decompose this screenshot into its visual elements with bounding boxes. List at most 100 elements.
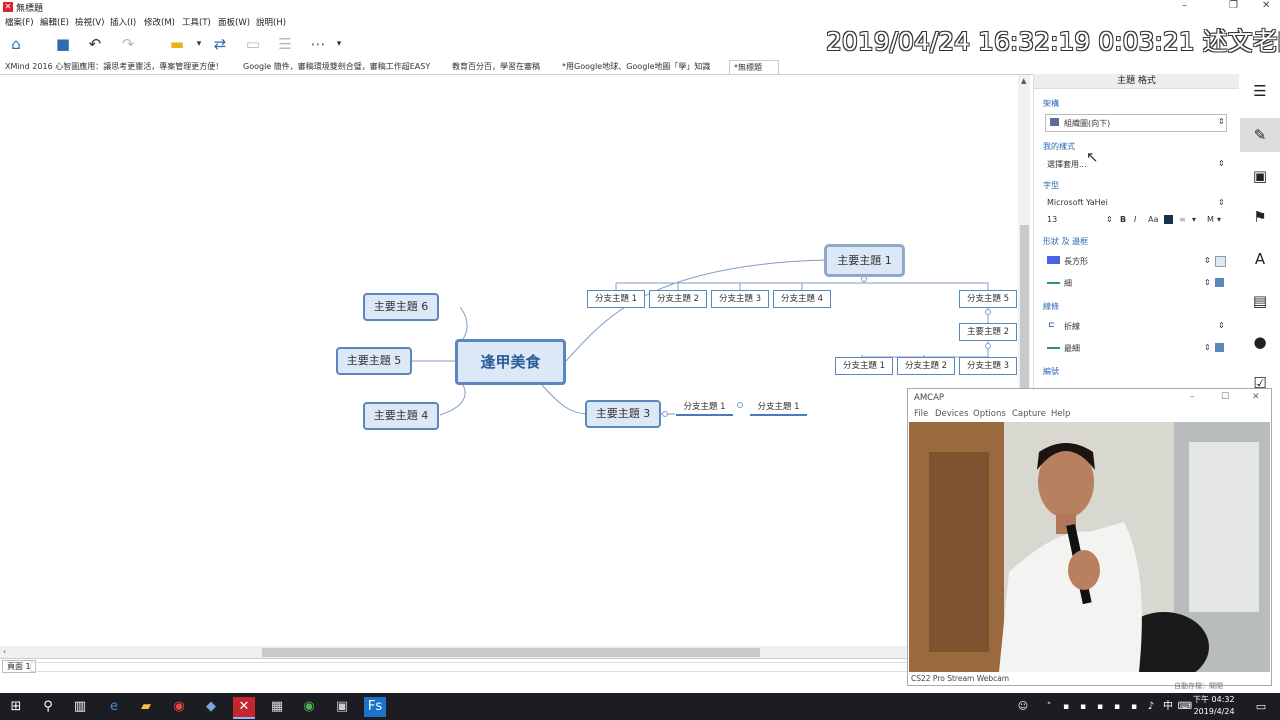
shape-border-label: 形狀 及 邊框	[1043, 237, 1089, 246]
menu-insert[interactable]: 插入(I)	[110, 16, 136, 28]
restore-button[interactable]: ❐	[1229, 0, 1238, 11]
subtopic-1-3[interactable]: 分支主題 3	[711, 290, 769, 308]
amcap-menu-help[interactable]: Help	[1051, 409, 1070, 419]
main-topic-3[interactable]: 主要主題 3	[585, 400, 661, 428]
shape-select[interactable]: 長方形	[1064, 256, 1088, 267]
windows-start-icon[interactable]: ⊞	[5, 697, 27, 717]
fill-color-swatch[interactable]	[1215, 256, 1226, 267]
border-color-swatch[interactable]	[1215, 278, 1224, 287]
marker-flag-icon[interactable]: ⚑	[1240, 200, 1280, 234]
comment-icon[interactable]: ●	[1240, 325, 1280, 359]
subtopic-2-2[interactable]: 分支主題 2	[897, 357, 955, 375]
text-color-swatch[interactable]	[1164, 215, 1173, 224]
tab-google-docs[interactable]: Google 簡件，審稿環境雙劍合璧，審稿工作超EASY	[243, 60, 430, 73]
summary-icon[interactable]: ☰	[276, 35, 294, 53]
app-icon-2[interactable]: ▦	[266, 697, 288, 717]
align-icon[interactable]: ≡	[1179, 215, 1186, 224]
amcap-menu-capture[interactable]: Capture	[1012, 409, 1046, 419]
border-select[interactable]: 細	[1064, 278, 1072, 289]
line-color-swatch[interactable]	[1215, 343, 1224, 352]
central-topic[interactable]: 逢甲美食	[455, 339, 566, 385]
main-topic-6[interactable]: 主要主題 6	[363, 293, 439, 321]
task-view-icon[interactable]: ▥	[69, 697, 91, 717]
amcap-menu-devices[interactable]: Devices	[935, 409, 969, 419]
amcap-menu-file[interactable]: File	[914, 409, 928, 419]
align-dropdown-icon[interactable]: ▾	[1192, 215, 1196, 224]
amcap-maximize-button[interactable]: ☐	[1221, 392, 1229, 402]
main-topic-1[interactable]: 主要主題 1	[825, 245, 904, 276]
subtopic-3-1-child[interactable]: 分支主題 1	[750, 400, 807, 416]
bold-button[interactable]: B	[1120, 215, 1126, 224]
system-clock[interactable]: 下午 04:32 2019/4/24	[1193, 694, 1235, 718]
tab-education[interactable]: 教育百分百，學習在審稿	[452, 60, 540, 73]
subtopic-1-5[interactable]: 分支主題 5	[959, 290, 1017, 308]
main-topic-5[interactable]: 主要主題 5	[336, 347, 412, 375]
tab-xmind-2016[interactable]: XMind 2016 心智圖應用：讓思考更靈活，專案管理更方便！	[5, 60, 223, 73]
horizontal-scroll-thumb[interactable]	[262, 648, 760, 657]
more-icon[interactable]: ⋯	[309, 35, 327, 53]
tab-google-earth[interactable]: *用Google地球、Google地圖「學」知識	[562, 60, 710, 73]
save-icon[interactable]: ■	[54, 35, 72, 53]
outline-icon[interactable]: ☰	[1240, 74, 1280, 108]
app-icon-3[interactable]: ▣	[331, 697, 353, 717]
subtopic-2-1[interactable]: 分支主題 1	[835, 357, 893, 375]
italic-button[interactable]: I	[1134, 215, 1136, 224]
boundary-icon[interactable]: ▭	[244, 35, 262, 53]
line-shape-select[interactable]: 折線	[1064, 321, 1080, 332]
amcap-close-button[interactable]: ✕	[1252, 392, 1260, 402]
mindmap-canvas[interactable]: 逢甲美食 主要主題 1 主要主題 3 主要主題 4 主要主題 5 主要主題 6 …	[0, 75, 1030, 660]
font-select[interactable]: Microsoft YaHei	[1047, 198, 1108, 207]
line-width-select[interactable]: 最細	[1064, 343, 1080, 354]
home-icon[interactable]: ⌂	[7, 35, 25, 53]
main-topic-2[interactable]: 主要主題 2	[959, 323, 1017, 341]
subtopic-3-1[interactable]: 分支主題 1	[676, 400, 733, 416]
menu-view[interactable]: 檢視(V)	[75, 16, 104, 28]
amcap-window[interactable]: AMCAP – ☐ ✕ File Devices Options Capture…	[907, 388, 1272, 686]
main-topic-4[interactable]: 主要主題 4	[363, 402, 439, 430]
menu-tools[interactable]: 工具(T)	[182, 16, 211, 28]
menu-edit[interactable]: 編輯(E)	[40, 16, 69, 28]
font-size-input[interactable]: 13	[1047, 215, 1057, 224]
subtopic-1-1[interactable]: 分支主題 1	[587, 290, 645, 308]
chrome-icon-2[interactable]: ◉	[298, 697, 320, 717]
file-explorer-icon[interactable]: ▰	[135, 697, 157, 717]
structure-select[interactable]: 組織圖(向下) ⇕	[1045, 114, 1227, 132]
close-button[interactable]: ✕	[1262, 0, 1270, 11]
undo-icon[interactable]: ↶	[86, 35, 104, 53]
format-brush-icon[interactable]: ✎	[1240, 118, 1280, 152]
amcap-minimize-button[interactable]: –	[1190, 392, 1195, 402]
minimize-button[interactable]: –	[1182, 0, 1187, 11]
more-dropdown-icon[interactable]: ▾	[330, 35, 348, 53]
image-icon[interactable]: ▣	[1240, 159, 1280, 193]
notification-icon[interactable]: ▭	[1250, 697, 1272, 717]
amcap-menu-options[interactable]: Options	[973, 409, 1006, 419]
text-style-icon[interactable]: A	[1240, 242, 1280, 276]
app-icon-1[interactable]: ◆	[200, 697, 222, 717]
align-more-icon[interactable]: ▾	[1217, 215, 1221, 224]
subtopic-1-2[interactable]: 分支主題 2	[649, 290, 707, 308]
note-icon[interactable]: ▤	[1240, 284, 1280, 318]
my-style-select[interactable]: 選擇套用...	[1047, 159, 1087, 170]
search-icon[interactable]: ⚲	[37, 697, 59, 717]
text-align-button[interactable]: M	[1207, 215, 1214, 224]
xmind-taskbar-icon[interactable]: ✕	[233, 697, 255, 719]
chrome-icon[interactable]: ◉	[168, 697, 190, 717]
topic-dropdown-icon[interactable]: ▾	[190, 35, 208, 53]
scroll-left-icon[interactable]: ‹	[3, 647, 6, 656]
relationship-icon[interactable]: ⇄	[211, 35, 229, 53]
redo-icon[interactable]: ↷	[119, 35, 137, 53]
topic-icon[interactable]: ▬	[168, 35, 186, 53]
people-icon[interactable]: ☺	[1012, 697, 1034, 717]
menu-panel[interactable]: 面板(W)	[218, 16, 250, 28]
tab-untitled[interactable]: *無標題	[729, 60, 779, 74]
text-case-button[interactable]: Aa	[1148, 215, 1158, 224]
app-fs-icon[interactable]: Fs	[364, 697, 386, 717]
subtopic-1-4[interactable]: 分支主題 4	[773, 290, 831, 308]
menu-help[interactable]: 說明(H)	[256, 16, 286, 28]
menu-modify[interactable]: 修改(M)	[144, 16, 175, 28]
subtopic-2-3[interactable]: 分支主題 3	[959, 357, 1017, 375]
edge-browser-icon[interactable]: e	[103, 697, 125, 717]
scroll-up-icon[interactable]: ▲	[1021, 77, 1026, 85]
menu-file[interactable]: 檔案(F)	[5, 16, 34, 28]
font-size-stepper-icon[interactable]: ⇕	[1106, 215, 1113, 224]
